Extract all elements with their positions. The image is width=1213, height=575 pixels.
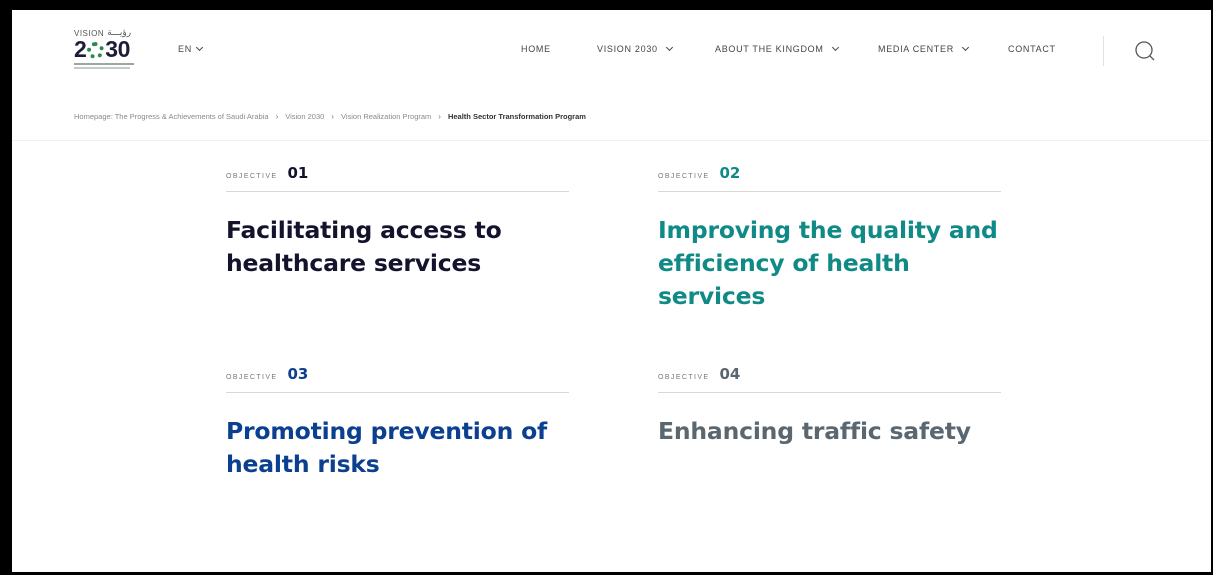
breadcrumb-current: Health Sector Transformation Program (447, 112, 586, 121)
nav-media-center[interactable]: MEDIA CENTER (878, 43, 969, 54)
objective-divider (226, 392, 569, 393)
nav-contact[interactable]: CONTACT (1008, 44, 1056, 54)
objective-02: OBJECTIVE 02 Improving the quality and e… (658, 164, 1001, 313)
objective-divider (658, 191, 1001, 192)
nav-home[interactable]: HOME (521, 44, 551, 54)
search-button[interactable] (1134, 40, 1156, 62)
chevron-down-icon (831, 43, 839, 51)
breadcrumb-item[interactable]: Vision 2030 (285, 112, 324, 121)
chevron-right-icon: › (438, 112, 441, 121)
main-nav: HOME VISION 2030 ABOUT THE KINGDOM MEDIA… (12, 43, 1211, 58)
objective-label: OBJECTIVE (658, 173, 710, 180)
page: VISION رؤيـــة 2 30 EN HOME VISION 2030 A… (12, 10, 1211, 572)
objective-04: OBJECTIVE 04 Enhancing traffic safety (658, 365, 1001, 448)
chevron-down-icon (961, 43, 969, 51)
breadcrumb-divider (12, 140, 1211, 141)
objective-number: 02 (719, 164, 741, 182)
nav-divider (1103, 36, 1104, 66)
objective-label: OBJECTIVE (226, 173, 278, 180)
nav-about-the-kingdom[interactable]: ABOUT THE KINGDOM (715, 43, 839, 54)
chevron-right-icon: › (331, 112, 334, 121)
objective-title: Enhancing traffic safety (658, 417, 971, 445)
chevron-right-icon: › (275, 112, 279, 121)
objective-divider (658, 392, 1001, 393)
objective-number: 03 (287, 365, 309, 383)
objective-label: OBJECTIVE (226, 374, 278, 381)
site-header: VISION رؤيـــة 2 30 EN HOME VISION 2030 A… (12, 10, 1211, 90)
logo-subtitle-line (74, 63, 134, 65)
objective-03: OBJECTIVE 03 Promoting prevention of hea… (226, 365, 569, 481)
breadcrumb-item[interactable]: Vision Realization Program (341, 112, 431, 121)
breadcrumb-item[interactable]: Homepage: The Progress & Achievements of… (74, 112, 269, 121)
nav-vision-2030[interactable]: VISION 2030 (597, 43, 673, 54)
objective-number: 01 (287, 164, 309, 182)
breadcrumb: Homepage: The Progress & Achievements of… (74, 112, 586, 121)
objective-title: Promoting prevention of health risks (226, 417, 548, 478)
logo-subtitle-line (74, 67, 130, 69)
objective-title: Facilitating access to healthcare servic… (226, 216, 502, 277)
chevron-down-icon (665, 43, 673, 51)
objective-01: OBJECTIVE 01 Facilitating access to heal… (226, 164, 569, 280)
search-icon (1135, 41, 1155, 61)
objective-divider (226, 191, 569, 192)
objective-number: 04 (719, 365, 741, 383)
objective-label: OBJECTIVE (658, 374, 710, 381)
objective-title: Improving the quality and efficiency of … (658, 216, 998, 310)
